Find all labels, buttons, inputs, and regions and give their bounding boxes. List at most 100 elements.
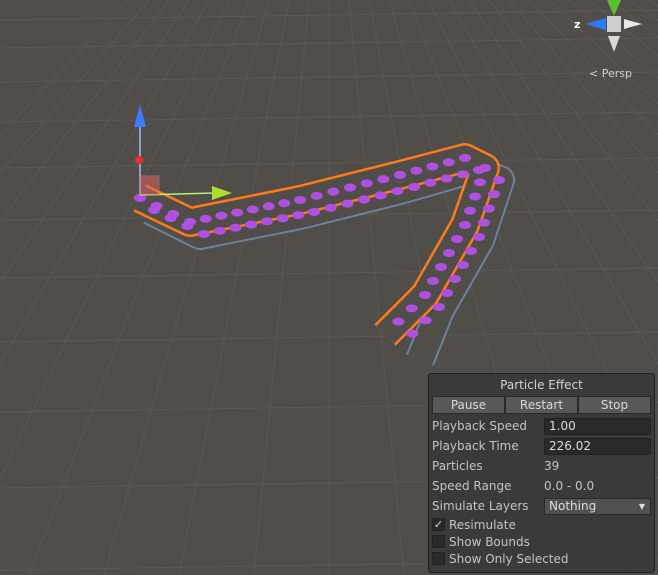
particle [260,217,273,226]
particle [164,214,177,222]
particle [198,230,210,238]
particle [392,317,405,326]
projection-toggle[interactable]: < Persp [589,67,632,80]
particle-effect-panel: Particle Effect Pause Restart Stop Playb… [428,373,655,573]
particle [358,195,370,204]
particle [229,223,242,232]
resimulate-checkbox[interactable]: ✓ Resimulate [429,516,654,533]
grid-line [468,0,658,283]
checkbox-box [432,552,445,565]
grid-line [0,0,130,136]
move-gizmo-x-arrow [212,186,232,200]
show-bounds-checkbox[interactable]: Show Bounds [429,533,654,550]
checkbox-box [432,535,445,548]
particle [215,211,228,220]
simulate-layers-dropdown[interactable]: Nothing ▼ [544,497,651,515]
particle [451,235,463,243]
grid-line [103,0,270,575]
show-only-selected-label: Show Only Selected [449,551,569,566]
grid-line [0,0,190,283]
grid-line [0,0,150,174]
stop-button[interactable]: Stop [578,396,651,414]
particle [465,247,477,255]
speed-range-label: Speed Range [432,479,512,493]
playback-speed-label: Playback Speed [432,419,527,433]
particle [231,208,244,217]
move-gizmo-y-arrow [134,105,146,127]
particle [341,199,354,208]
panel-title: Particle Effect [500,378,583,392]
particle [493,176,505,184]
particle [443,249,455,257]
grid-line [178,0,290,575]
grid-line [488,0,658,222]
particle [473,166,485,174]
perspective-icon: < [589,67,599,80]
grid-line [548,0,658,104]
show-bounds-label: Show Bounds [449,534,530,549]
particle [181,222,194,230]
particle [488,190,500,199]
resimulate-label: Resimulate [449,517,516,532]
particle [426,162,439,171]
particle [440,174,453,183]
particle [433,303,445,311]
gizmo-y-neg-arrow [608,36,620,52]
playback-time-label: Playback Time [432,439,519,453]
particle [405,304,418,313]
particle [464,206,476,215]
show-only-selected-checkbox[interactable]: Show Only Selected [429,550,654,567]
particle [391,187,404,196]
gizmo-z-label: z [574,18,580,31]
move-gizmo-plane-handle [139,175,160,196]
particle [419,316,432,325]
grid-line [348,0,405,575]
playback-speed-input[interactable]: 1.00 [544,417,651,435]
particles-label: Particles [432,459,483,473]
particle [474,178,486,187]
particle [406,329,419,338]
restart-button[interactable]: Restart [505,396,578,414]
gizmo-z-arrow [586,18,606,30]
particle [473,233,485,241]
particle [246,205,259,214]
particle [478,218,490,227]
particle [278,199,291,208]
grid-line [648,0,658,7]
particle [213,226,226,235]
particle [377,175,390,184]
particle [408,183,420,191]
simulate-layers-label: Simulate Layers [432,499,529,513]
scene-stage: z < Persp Particle Effect Pause Restart … [0,0,658,575]
particle [456,170,469,179]
particle [324,203,337,212]
particle [459,221,471,229]
checkmark-icon: ✓ [432,518,445,531]
particle [394,171,406,179]
particle [449,275,461,283]
speed-range-value: 0.0 - 0.0 [544,479,595,493]
playback-time-input[interactable]: 226.02 [544,437,651,455]
particle [310,191,323,200]
orientation-gizmo[interactable]: z [574,0,642,52]
particle [199,214,212,223]
grid-line [253,0,310,575]
particle [292,211,305,220]
pause-button[interactable]: Pause [432,396,505,414]
particle [294,196,306,204]
particles-value: 39 [544,459,560,473]
particle [360,179,373,188]
particle [419,291,431,299]
projection-label: Persp [601,67,632,80]
particle [441,289,453,297]
particle [148,206,160,214]
particle [374,191,387,200]
particle [442,158,455,167]
move-gizmo-z-handle [135,156,143,164]
particle [245,220,258,229]
particle [344,183,356,192]
chevron-down-icon: ▼ [638,501,645,511]
particle [469,192,481,201]
particle [483,204,495,213]
particle [410,166,423,175]
